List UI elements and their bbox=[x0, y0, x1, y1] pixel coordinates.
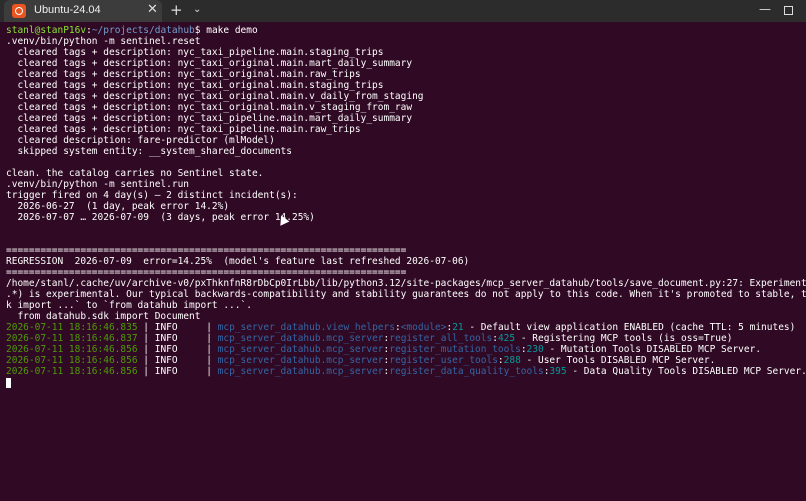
output-line: k import ...` to `from datahub import ..… bbox=[6, 300, 252, 311]
log-line: 2026-07-11 18:16:46.837 | INFO | mcp_ser… bbox=[6, 333, 806, 344]
ubuntu-icon bbox=[12, 4, 26, 18]
minimize-button[interactable]: — bbox=[759, 2, 771, 16]
new-tab-button[interactable]: + bbox=[170, 1, 183, 19]
output-line: trigger fired on 4 day(s) — 2 distinct i… bbox=[6, 190, 298, 201]
log-line: 2026-07-11 18:16:46.835 | INFO | mcp_ser… bbox=[6, 322, 806, 333]
log-function: register_mutation_tools bbox=[389, 344, 521, 355]
output-line: ========================================… bbox=[6, 245, 407, 256]
log-level: | INFO | bbox=[137, 344, 218, 355]
log-line: 2026-07-11 18:16:46.856 | INFO | mcp_ser… bbox=[6, 366, 806, 377]
prompt-dollar: $ bbox=[194, 25, 207, 36]
log-timestamp: 2026-07-11 18:16:46.856 bbox=[6, 366, 138, 377]
output-line: from datahub.sdk import Document bbox=[6, 311, 201, 322]
log-timestamp: 2026-07-11 18:16:46.856 bbox=[6, 344, 138, 355]
log-message: - Registering MCP tools (is_oss=True) bbox=[515, 333, 733, 344]
output-line: cleared tags + description: nyc_taxi_ori… bbox=[6, 80, 384, 91]
output-line: cleared tags + description: nyc_taxi_ori… bbox=[6, 69, 361, 80]
output-line: 2026-07-07 … 2026-07-09 (3 days, peak er… bbox=[6, 212, 315, 223]
log-message: - Data Quality Tools DISABLED MCP Server… bbox=[566, 366, 806, 377]
log-line-number: 230 bbox=[526, 344, 544, 355]
window-titlebar: Ubuntu-24.04 ✕ + ⌄ — bbox=[0, 0, 806, 22]
output-line: ========================================… bbox=[6, 267, 407, 278]
output-line: cleared tags + description: nyc_taxi_pip… bbox=[6, 113, 413, 124]
log-function: <module> bbox=[400, 322, 447, 333]
output-line: .*) is experimental. Our typical backwar… bbox=[6, 289, 806, 300]
output-line: cleared tags + description: nyc_taxi_ori… bbox=[6, 91, 424, 102]
tab-title: Ubuntu-24.04 bbox=[34, 4, 101, 16]
cursor-line bbox=[6, 377, 806, 388]
log-line-number: 21 bbox=[452, 322, 464, 333]
maximize-button[interactable] bbox=[784, 6, 793, 15]
close-tab-icon[interactable]: ✕ bbox=[147, 2, 158, 17]
log-timestamp: 2026-07-11 18:16:46.837 bbox=[6, 333, 138, 344]
output-line: cleared tags + description: nyc_taxi_ori… bbox=[6, 58, 413, 69]
log-timestamp: 2026-07-11 18:16:46.856 bbox=[6, 355, 138, 366]
terminal-tab[interactable]: Ubuntu-24.04 ✕ bbox=[4, 0, 162, 22]
output-line: /home/stanl/.cache/uv/archive-v0/pxThknf… bbox=[6, 278, 806, 289]
log-level: | INFO | bbox=[137, 355, 218, 366]
output-line: skipped system entity: __system_shared_d… bbox=[6, 146, 292, 157]
text-cursor bbox=[6, 377, 11, 388]
log-message: - User Tools DISABLED MCP Server. bbox=[520, 355, 716, 366]
log-message: - Mutation Tools DISABLED MCP Server. bbox=[543, 344, 762, 355]
prompt-line: stanl@stanP16v:~/projects/datahub$ make … bbox=[6, 25, 806, 36]
prompt-user: stanl@stanP16v bbox=[6, 25, 87, 36]
log-level: | INFO | bbox=[137, 322, 218, 333]
output-line: .venv/bin/python -m sentinel.run bbox=[6, 179, 190, 190]
log-level: | INFO | bbox=[137, 333, 218, 344]
output-line: .venv/bin/python -m sentinel.reset bbox=[6, 36, 201, 47]
output-line: cleared tags + description: nyc_taxi_ori… bbox=[6, 102, 413, 113]
log-level: | INFO | bbox=[137, 366, 218, 377]
log-line-number: 395 bbox=[549, 366, 567, 377]
log-message: - Default view application ENABLED (cach… bbox=[463, 322, 796, 333]
output-line: clean. the catalog carries no Sentinel s… bbox=[6, 168, 264, 179]
chevron-down-icon[interactable]: ⌄ bbox=[193, 4, 201, 15]
log-function: register_data_quality_tools bbox=[389, 366, 544, 377]
output-line: cleared description: fare-predictor (mlM… bbox=[6, 135, 275, 146]
terminal-output[interactable]: stanl@stanP16v:~/projects/datahub$ make … bbox=[6, 25, 806, 501]
prompt-command: make demo bbox=[206, 25, 258, 36]
log-line-number: 425 bbox=[497, 333, 516, 344]
log-module: mcp_server_datahub.view_helpers bbox=[217, 322, 395, 333]
log-line: 2026-07-11 18:16:46.856 | INFO | mcp_ser… bbox=[6, 355, 806, 366]
output-line: cleared tags + description: nyc_taxi_pip… bbox=[6, 47, 384, 58]
log-timestamp: 2026-07-11 18:16:46.835 bbox=[6, 322, 138, 333]
log-module: mcp_server_datahub.mcp_server bbox=[217, 333, 384, 344]
log-module: mcp_server_datahub.mcp_server bbox=[217, 355, 384, 366]
log-line-number: 288 bbox=[503, 355, 521, 366]
prompt-path: ~/projects/datahub bbox=[91, 25, 195, 36]
output-line: 2026-06-27 (1 day, peak error 14.2%) bbox=[6, 201, 230, 212]
output-line: REGRESSION 2026-07-09 error=14.25% (mode… bbox=[6, 256, 470, 267]
log-line: 2026-07-11 18:16:46.856 | INFO | mcp_ser… bbox=[6, 344, 806, 355]
log-module: mcp_server_datahub.mcp_server bbox=[217, 366, 384, 377]
log-module: mcp_server_datahub.mcp_server bbox=[217, 344, 384, 355]
log-function: register_user_tools bbox=[389, 355, 498, 366]
log-function: register_all_tools bbox=[389, 333, 493, 344]
output-line: cleared tags + description: nyc_taxi_pip… bbox=[6, 124, 361, 135]
